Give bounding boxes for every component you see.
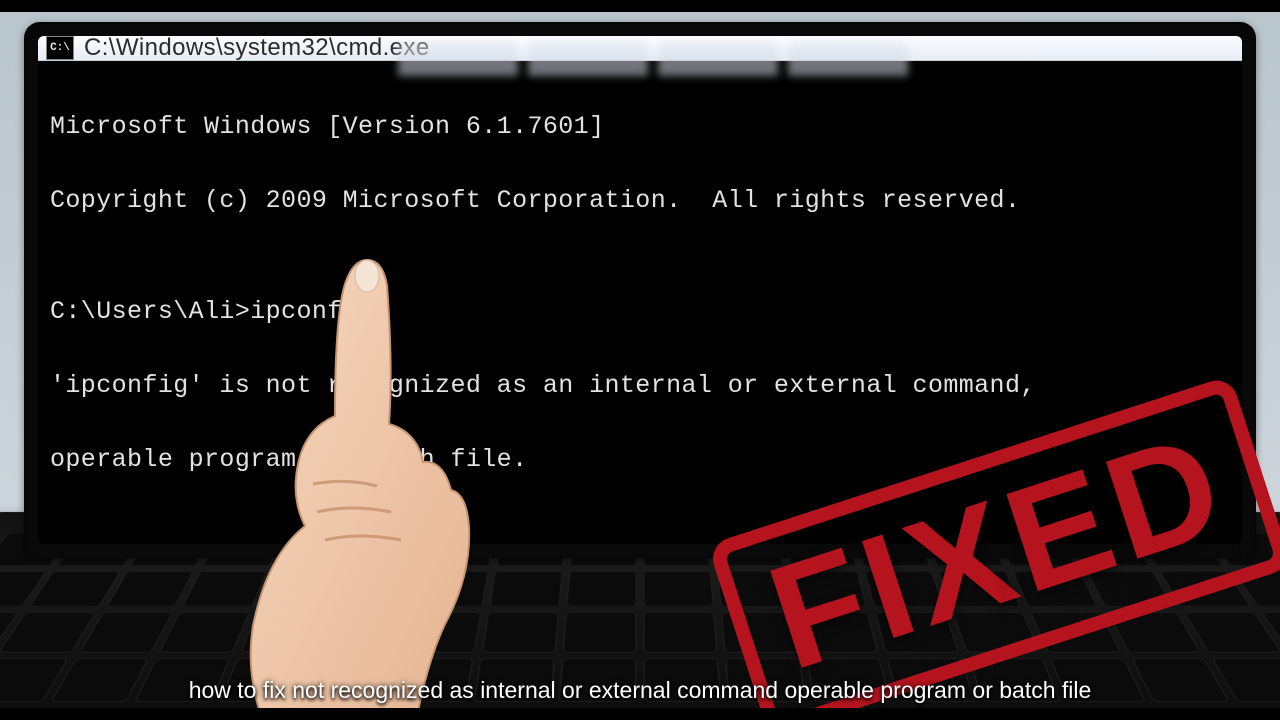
terminal-prompt: C:\Users\Ali>ipconfig	[50, 293, 1230, 330]
laptop-graphic: C:\ C:\Windows\system32\cmd.exe Microsof…	[24, 22, 1256, 682]
terminal-error-line: operable program or batch file.	[50, 441, 1230, 478]
video-caption: how to fix not recognized as internal or…	[0, 676, 1280, 706]
video-frame: C:\ C:\Windows\system32\cmd.exe Microsof…	[0, 0, 1280, 720]
cmd-window: C:\ C:\Windows\system32\cmd.exe Microsof…	[38, 36, 1242, 544]
terminal-line: Copyright (c) 2009 Microsoft Corporation…	[50, 182, 1230, 219]
letterbox-top	[0, 0, 1280, 12]
terminal-output[interactable]: Microsoft Windows [Version 6.1.7601] Cop…	[38, 61, 1242, 544]
background-tabs-blur	[398, 42, 908, 76]
terminal-error-line: 'ipconfig' is not recognized as an inter…	[50, 367, 1230, 404]
cmd-icon: C:\	[46, 36, 74, 60]
title-bar[interactable]: C:\ C:\Windows\system32\cmd.exe	[38, 36, 1242, 61]
terminal-line: Microsoft Windows [Version 6.1.7601]	[50, 108, 1230, 145]
letterbox-bottom	[0, 708, 1280, 720]
window-title: C:\Windows\system32\cmd.exe	[84, 36, 430, 60]
screen: C:\ C:\Windows\system32\cmd.exe Microsof…	[38, 36, 1242, 544]
screen-bezel: C:\ C:\Windows\system32\cmd.exe Microsof…	[24, 22, 1256, 558]
